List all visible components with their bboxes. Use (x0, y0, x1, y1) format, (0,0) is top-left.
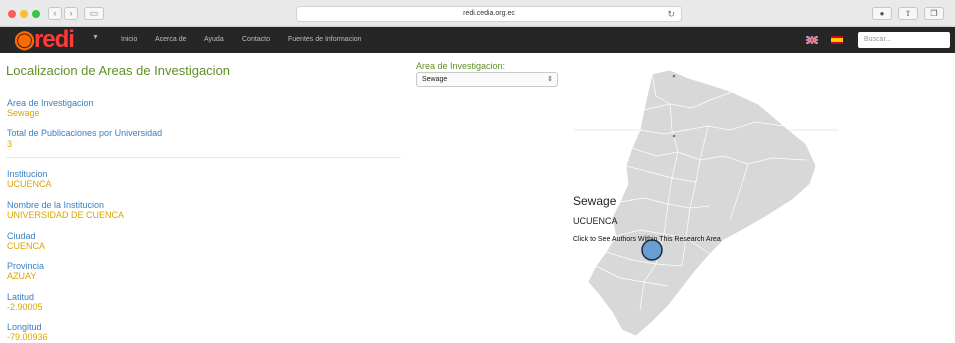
share-button[interactable]: ⇧ (898, 7, 918, 20)
close-window-button[interactable] (8, 10, 16, 18)
chevron-left-icon: ‹ (53, 8, 57, 18)
longitude-label: Longitud (7, 322, 42, 332)
nav-acerca-de[interactable]: Acerca de (155, 36, 187, 43)
tabs-button[interactable]: ❐ (924, 7, 944, 20)
search-input[interactable]: Buscar... (858, 32, 950, 48)
province-label: Provincia (7, 261, 45, 271)
popup-title: Sewage (573, 194, 617, 208)
total-value: 3 (7, 139, 13, 149)
map-city-dot (672, 134, 676, 138)
english-flag-icon[interactable] (806, 36, 818, 44)
latitude-label: Latitud (7, 292, 35, 302)
reload-icon[interactable]: ↻ (667, 7, 675, 21)
area-select-value: Sewage (422, 76, 448, 83)
city-value: CUENCA (7, 241, 46, 251)
forward-button[interactable]: › (64, 7, 78, 20)
nav-ayuda[interactable]: Ayuda (204, 36, 224, 43)
app-navbar: ◉redi ▼ Inicio Acerca de Ayuda Contacto … (0, 27, 955, 53)
search-placeholder: Buscar... (864, 36, 892, 43)
authors-link[interactable]: Click to See Authors Within This Researc… (573, 236, 721, 243)
select-arrows-icon: ⇕ (547, 76, 553, 83)
chevron-down-icon[interactable]: ▼ (92, 34, 99, 41)
area-label: Area de Investigacion (7, 98, 94, 108)
area-value: Sewage (7, 108, 40, 118)
share-icon: ⇧ (904, 9, 912, 18)
back-button[interactable]: ‹ (48, 7, 62, 20)
divider (6, 157, 401, 158)
download-icon: ● (879, 9, 885, 18)
logo-mark-icon: ◉ (14, 26, 35, 53)
maximize-window-button[interactable] (32, 10, 40, 18)
province-value: AZUAY (7, 271, 37, 281)
spanish-flag-icon[interactable] (831, 36, 843, 44)
map-city-dot (672, 74, 676, 78)
nav-contacto[interactable]: Contacto (242, 36, 270, 43)
tabs-icon: ❐ (930, 9, 938, 18)
institution-label: Institucion (7, 169, 48, 179)
address-bar[interactable]: redi.cedia.org.ec ↻ (296, 6, 682, 22)
popup-institution: UCUENCA (573, 216, 618, 226)
area-select-label: Area de Investigacion: (416, 61, 506, 71)
url-text: redi.cedia.org.ec (463, 10, 515, 17)
city-label: Ciudad (7, 231, 36, 241)
area-select[interactable]: Sewage ⇕ (416, 72, 558, 87)
institution-name-label: Nombre de la Institucion (7, 200, 105, 210)
chevron-right-icon: › (69, 8, 73, 18)
redi-logo[interactable]: ◉redi (14, 26, 75, 53)
ucuenca-marker[interactable] (641, 239, 663, 261)
page-title: Localizacion de Areas de Investigacion (6, 63, 231, 78)
longitude-value: -79.00936 (7, 332, 48, 342)
browser-toolbar: ‹ › ▭ redi.cedia.org.ec ↻ ● ⇧ ❐ (0, 0, 955, 27)
downloads-button[interactable]: ● (872, 7, 892, 20)
nav-inicio[interactable]: Inicio (121, 36, 137, 43)
sidebar-icon: ▭ (89, 8, 99, 18)
institution-value: UCUENCA (7, 179, 52, 189)
total-label: Total de Publicaciones por Universidad (7, 128, 163, 138)
institution-name-value: UNIVERSIDAD DE CUENCA (7, 210, 125, 220)
sidebar-toggle-button[interactable]: ▭ (84, 7, 104, 20)
ecuador-land[interactable] (587, 69, 817, 337)
nav-fuentes[interactable]: Fuentes de Informacion (288, 36, 362, 43)
minimize-window-button[interactable] (20, 10, 28, 18)
latitude-value: -2.90005 (7, 302, 43, 312)
